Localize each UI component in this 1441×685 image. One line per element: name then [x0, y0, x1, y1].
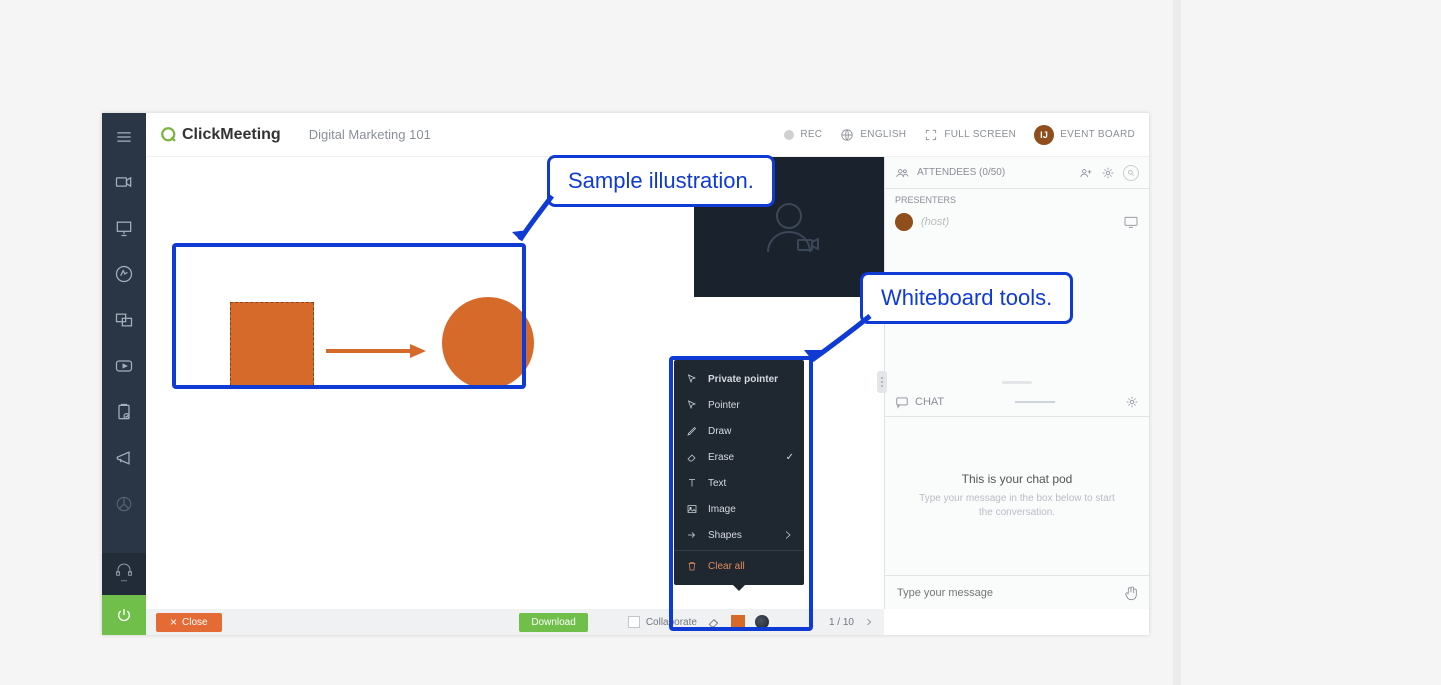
trash-icon — [686, 560, 698, 572]
next-page-button[interactable] — [864, 617, 874, 627]
brand-logo: ClickMeeting — [160, 126, 281, 144]
chevron-right-icon — [782, 529, 794, 541]
pencil-icon — [686, 425, 698, 437]
chat-empty-subtitle: Type your message in the box below to st… — [911, 492, 1123, 520]
chat-tab-indicator — [1015, 401, 1055, 403]
disabled-tool-icon — [102, 481, 146, 527]
color-swatch-dark[interactable] — [755, 615, 769, 629]
invite-icon[interactable] — [1079, 166, 1093, 180]
page-background-strip — [1173, 0, 1181, 685]
tool-clear-all[interactable]: Clear all — [674, 553, 804, 579]
eraser-icon — [686, 451, 698, 463]
tool-private-pointer[interactable]: Private pointer — [674, 366, 804, 392]
tool-pointer[interactable]: Pointer — [674, 392, 804, 418]
text-icon — [686, 477, 698, 489]
brand-name: ClickMeeting — [182, 126, 281, 144]
chat-header: CHAT — [885, 387, 1149, 417]
private-pointer-icon — [686, 373, 698, 385]
page-navigator: 1 / 10 — [829, 617, 874, 628]
bottom-toolbar: Close Download Collaborate 1 / 10 — [146, 609, 884, 635]
menu-button[interactable] — [102, 113, 146, 159]
whiteboard-tools-menu: Private pointer Pointer Draw Erase ✓ Tex… — [674, 360, 804, 585]
attendees-count: ATTENDEES (0/50) — [917, 167, 1005, 178]
attendees-search[interactable] — [1123, 165, 1139, 181]
color-swatch-orange[interactable] — [731, 615, 745, 629]
record-indicator-icon — [784, 130, 794, 140]
presenter-row[interactable]: (host) — [885, 207, 1149, 237]
left-sidebar: ••• — [102, 113, 146, 635]
camera-icon[interactable] — [102, 159, 146, 205]
audio-video-settings[interactable]: ••• — [102, 553, 146, 595]
image-icon — [686, 503, 698, 515]
fullscreen-button[interactable]: FULL SCREEN — [924, 128, 1016, 142]
presenter-screen-icon[interactable] — [1123, 215, 1139, 229]
chat-empty-title: This is your chat pod — [962, 472, 1073, 486]
download-button[interactable]: Download — [519, 613, 587, 632]
record-toggle[interactable]: REC — [784, 129, 822, 140]
drawn-circle-shape[interactable] — [442, 297, 534, 389]
attendees-settings-icon[interactable] — [1101, 166, 1115, 180]
tool-erase[interactable]: Erase ✓ — [674, 444, 804, 470]
attendees-icon — [895, 166, 909, 180]
presenter-host-label: (host) — [921, 216, 1115, 228]
collaborate-toggle[interactable]: Collaborate — [628, 616, 697, 628]
header-bar: ClickMeeting Digital Marketing 101 REC E… — [146, 113, 1149, 157]
raise-hand-icon[interactable] — [1123, 585, 1139, 601]
cta-icon[interactable] — [102, 435, 146, 481]
tool-image[interactable]: Image — [674, 496, 804, 522]
drawn-arrow-shape[interactable] — [326, 341, 426, 361]
chat-label: CHAT — [915, 396, 944, 408]
chat-body: This is your chat pod Type your message … — [885, 417, 1149, 575]
annotation-tools-callout: Whiteboard tools. — [860, 272, 1073, 324]
user-avatar: IJ — [1034, 125, 1054, 145]
eraser-tool-button[interactable] — [707, 615, 721, 629]
presentation-icon[interactable] — [102, 205, 146, 251]
attendees-header: ATTENDEES (0/50) — [885, 157, 1149, 189]
shapes-arrow-icon — [686, 529, 698, 541]
presenter-avatar — [895, 213, 913, 231]
tool-shapes[interactable]: Shapes — [674, 522, 804, 548]
chat-input-bar — [885, 575, 1149, 609]
chat-settings-icon[interactable] — [1125, 395, 1139, 409]
annotation-sample-callout: Sample illustration. — [547, 155, 775, 207]
check-icon: ✓ — [786, 452, 794, 463]
eraser-icon — [707, 615, 721, 629]
page-counter: 1 / 10 — [829, 617, 854, 628]
whiteboard-icon[interactable] — [102, 251, 146, 297]
event-board-button[interactable]: IJ EVENT BOARD — [1034, 125, 1135, 145]
close-button[interactable]: Close — [156, 613, 222, 632]
tool-draw[interactable]: Draw — [674, 418, 804, 444]
end-session-button[interactable] — [102, 595, 146, 635]
youtube-icon[interactable] — [102, 343, 146, 389]
chat-icon — [895, 395, 909, 409]
panel-resize-handle[interactable] — [885, 377, 1149, 387]
tool-text[interactable]: Text — [674, 470, 804, 496]
pointer-icon — [686, 399, 698, 411]
presenters-label: PRESENTERS — [885, 189, 1149, 207]
collaborate-checkbox[interactable] — [628, 616, 640, 628]
meeting-title: Digital Marketing 101 — [309, 127, 431, 142]
survey-icon[interactable] — [102, 389, 146, 435]
search-icon — [1127, 169, 1135, 177]
screenshare-icon[interactable] — [102, 297, 146, 343]
drawn-square-shape[interactable] — [230, 302, 314, 386]
language-selector[interactable]: ENGLISH — [840, 128, 906, 142]
fullscreen-icon — [924, 128, 938, 142]
right-panel: ATTENDEES (0/50) PRESENTERS (host) CH — [884, 157, 1149, 609]
globe-icon — [840, 128, 854, 142]
chat-input[interactable] — [895, 586, 1115, 600]
